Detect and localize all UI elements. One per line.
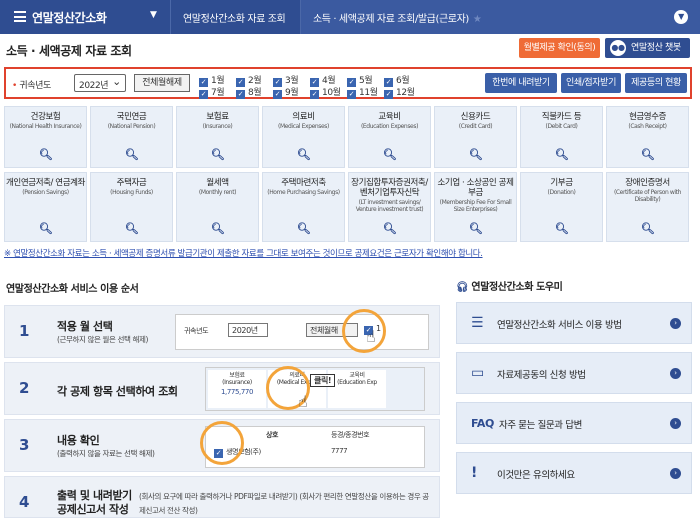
pointer-hand-icon: ☝ <box>298 392 308 411</box>
search-icon: 🔍︎ <box>640 148 655 161</box>
search-icon: 🔍︎ <box>468 148 483 161</box>
category-card[interactable]: 직불카드 등 (Debit Card) 🔍︎ <box>520 106 603 168</box>
step-title: 각 공제 항목 선택하여 조회 <box>57 385 178 398</box>
month-checkbox-8[interactable]: ✓ 8월 <box>236 85 262 99</box>
year-select[interactable]: 2022년 <box>74 74 126 92</box>
star-icon[interactable]: ★ <box>473 14 482 25</box>
step-2: 2 각 공제 항목 선택하여 조회 보험료 (Insurance) 1,775,77… <box>4 362 440 415</box>
step-title: 내용 확인 <box>57 434 100 447</box>
search-icon: 🔍︎ <box>382 148 397 161</box>
category-card[interactable]: 소기업 · 소상공인 공제부금 (Membership Fee For Small… <box>434 172 517 242</box>
month-checkbox-7[interactable]: ✓ 7월 <box>199 85 225 99</box>
document-list-icon: ☰ <box>471 315 484 331</box>
category-card[interactable]: 국민연금 (National Pension) 🔍︎ <box>90 106 173 168</box>
search-icon: 🔍︎ <box>296 222 311 235</box>
headset-icon: 🎧︎ <box>456 282 469 293</box>
category-card[interactable]: 보험료 (Insurance) 🔍︎ <box>176 106 259 168</box>
category-card[interactable]: 기부금 (Donation) 🔍︎ <box>520 172 603 242</box>
step-desc: (출력하지 않을 자료는 선택 해제) <box>57 449 155 458</box>
step-1: 1 적용 월 선택 (근무하지 않은 월은 선택 해제) 귀속년도 2020년 … <box>4 305 440 358</box>
tab-simplified-view[interactable]: 연말정산간소화 자료 조회 <box>170 0 300 34</box>
search-icon: 🔍︎ <box>554 222 569 235</box>
chevron-down-icon[interactable]: ▼ <box>150 10 157 20</box>
notice-link[interactable]: ※ 연말정산간소화 자료는 소득 · 세액공제 증명서류 발급기관이 제출한 자… <box>4 247 483 259</box>
category-card[interactable]: 의료비 (Medical Expenses) 🔍︎ <box>262 106 345 168</box>
search-icon: 🔍︎ <box>554 148 569 161</box>
monthly-consent-button[interactable]: 월별제공 확인(동의) <box>519 38 600 58</box>
category-card[interactable]: 건강보험 (National Health Insurance) 🔍︎ <box>4 106 87 168</box>
step-screenshot: 귀속년도 2020년 전체월해 ✓ 1 ☝ <box>175 309 429 353</box>
search-icon: 🔍︎ <box>296 148 311 161</box>
chatbot-label: 연말정산 챗봇 <box>631 43 681 53</box>
alert-icon: ! <box>471 465 477 481</box>
category-card[interactable]: 개인연금저축/ 연금계좌 (Pension Savings) 🔍︎ <box>4 172 87 242</box>
search-icon: 🔍︎ <box>640 222 655 235</box>
tab-label: 소득 · 세액공제 자료 조회/발급(근로자) <box>313 14 469 25</box>
step-desc: (회사의 요구에 따라 출력하거나 PDF파일로 내려받기) (회사가 편리한 … <box>139 492 429 515</box>
month-checkbox-9[interactable]: ✓ 9월 <box>273 85 299 99</box>
faq-icon: FAQ <box>471 417 494 430</box>
step-title: 적용 월 선택 <box>57 320 113 333</box>
download-all-button[interactable]: 한번에 내려받기 <box>485 73 557 93</box>
category-card[interactable]: 월세액 (Monthly rent) 🔍︎ <box>176 172 259 242</box>
month-checkbox-12[interactable]: ✓ 12월 <box>384 85 415 99</box>
search-icon: 🔍︎ <box>124 222 139 235</box>
category-card[interactable]: 주택자금 (Housing Funds) 🔍︎ <box>90 172 173 242</box>
search-icon: 🔍︎ <box>210 222 225 235</box>
search-icon: 🔍︎ <box>382 222 397 235</box>
filter-bar: • 귀속년도 2022년 전체월해제 ✓1월 ✓2월 ✓3월 ✓4월 ✓5월 ✓… <box>4 67 692 99</box>
category-card[interactable]: 현금영수증 (Cash Receipt) 🔍︎ <box>606 106 689 168</box>
help-item-usage[interactable]: ☰ 연말정산간소화 서비스 이용 방법 › <box>456 302 692 344</box>
page-title: 소득 · 세액공제 자료 조회 <box>6 44 132 58</box>
category-card[interactable]: 장기집합투자증권저축/ 벤처기업투자신탁 (LT investment savin… <box>348 172 431 242</box>
menu-icon[interactable] <box>14 11 26 22</box>
step-title: 출력 및 내려받기 공제신고서 작성 <box>57 489 132 516</box>
month-checkbox-10[interactable]: ✓ 10월 <box>310 85 341 99</box>
tab-deduction-view[interactable]: 소득 · 세액공제 자료 조회/발급(근로자) ★ ▼ <box>300 0 700 34</box>
chevron-right-icon: › <box>670 468 681 479</box>
help-item-caution[interactable]: ! 이것만은 유의하세요 › <box>456 452 692 494</box>
month-checkbox-11[interactable]: ✓ 11월 <box>347 85 378 99</box>
search-icon: 🔍︎ <box>468 222 483 235</box>
app-title[interactable]: 연말정산간소화 <box>32 9 107 26</box>
help-item-consent[interactable]: ▭ 자료제공동의 신청 방법 › <box>456 352 692 394</box>
chevron-right-icon: › <box>670 368 681 379</box>
chevron-down-icon[interactable]: ▼ <box>674 10 688 24</box>
search-icon: 🔍︎ <box>124 148 139 161</box>
steps-heading: 연말정산간소화 서비스 이용 순서 <box>6 284 139 295</box>
help-item-faq[interactable]: FAQ 자주 묻는 질문과 답변 › <box>456 402 692 444</box>
pointer-hand-icon: ☝ <box>366 327 376 346</box>
clear-months-button[interactable]: 전체월해제 <box>134 74 190 92</box>
search-icon: 🔍︎ <box>38 222 53 235</box>
year-label: • 귀속년도 <box>12 81 51 91</box>
category-card[interactable]: 신용카드 (Credit Card) 🔍︎ <box>434 106 517 168</box>
chevron-right-icon: › <box>670 418 681 429</box>
step-screenshot: 보험료 (Insurance) 1,775,770 의료비 (Medical Expe… <box>205 366 425 411</box>
category-card[interactable]: 장애인증명서 (Certificate of Person with Disabi… <box>606 172 689 242</box>
top-bar: 연말정산간소화 ▼ 연말정산간소화 자료 조회 소득 · 세액공제 자료 조회/… <box>0 0 700 34</box>
search-icon: 🔍︎ <box>210 148 225 161</box>
print-button[interactable]: 인쇄/점자받기 <box>561 73 621 93</box>
step-4: 4 출력 및 내려받기 공제신고서 작성 (회사의 요구에 따라 출력하거나 P… <box>4 476 440 518</box>
step-desc: (근무하지 않은 월은 선택 해제) <box>57 335 148 344</box>
category-card[interactable]: 주택마련저축 (Home Purchasing Savings) 🔍︎ <box>262 172 345 242</box>
step-screenshot: 상호 등경/종경번호 ✓ 생명보험(주) 7777 <box>200 421 425 468</box>
form-icon: ▭ <box>471 365 484 381</box>
step-3: 3 내용 확인 (출력하지 않을 자료는 선택 해제) 상호 등경/종경번호 ✓… <box>4 419 440 472</box>
category-card[interactable]: 교육비 (Education Expenses) 🔍︎ <box>348 106 431 168</box>
chatbot-icon: ●● <box>610 40 626 56</box>
provider-status-button[interactable]: 제공등의 현황 <box>625 73 687 93</box>
help-heading: 🎧︎ 연말정산간소화 도우미 <box>456 282 563 293</box>
chevron-right-icon: › <box>670 318 681 329</box>
chatbot-button[interactable]: ●● 연말정산 챗봇 <box>605 38 690 58</box>
search-icon: 🔍︎ <box>38 148 53 161</box>
